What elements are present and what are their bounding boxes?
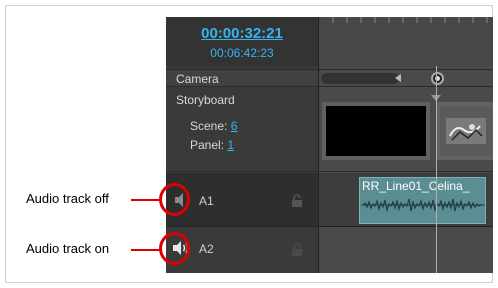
panel-thumbnail-image [326, 106, 426, 156]
playhead[interactable] [436, 66, 437, 273]
panel-thumbnail[interactable] [322, 102, 430, 160]
scene-link[interactable]: 6 [231, 119, 238, 133]
callout-line-off [131, 199, 160, 201]
audio-clip-name: RR_Line01_Celina_ [362, 179, 470, 193]
track-header-storyboard[interactable]: Storyboard Scene: 6 Panel: 1 [166, 88, 318, 172]
callout-ring-off [159, 183, 190, 216]
camera-track-label: Camera [176, 72, 219, 86]
camera-track[interactable] [319, 69, 493, 87]
time-ruler[interactable] [319, 17, 493, 66]
lock-icon[interactable] [290, 243, 304, 257]
callout-line-on [131, 249, 160, 251]
track-header-camera[interactable]: Camera [166, 69, 318, 87]
panel-thumbnail[interactable] [436, 102, 493, 160]
scene-label: Scene: [190, 119, 228, 133]
storyboard-track-label: Storyboard [176, 93, 235, 107]
audio-clip[interactable]: RR_Line01_Celina_ [359, 177, 486, 224]
audio-track-a2[interactable] [319, 228, 493, 273]
camera-keyframe-bar[interactable] [321, 73, 399, 84]
current-timecode[interactable]: 00:00:32:21 [166, 25, 318, 42]
audio-track-a1[interactable]: RR_Line01_Celina_ [319, 173, 493, 227]
lock-icon[interactable] [290, 194, 304, 208]
storyboard-track[interactable] [319, 88, 493, 172]
waveform [361, 198, 485, 213]
panel-thumbnail-image [440, 106, 492, 156]
scene-row: Scene: 6 [190, 119, 237, 133]
panel-row: Panel: 1 [190, 138, 234, 152]
audio-track-a2-label: A2 [199, 242, 214, 256]
panel-link[interactable]: 1 [227, 138, 234, 152]
audio-track-a1-label: A1 [199, 194, 214, 208]
panel-label: Panel: [190, 138, 225, 152]
keyframe-arrow-icon [395, 74, 401, 82]
timecode-display: 00:00:32:21 00:06:42:23 [166, 17, 318, 66]
callout-ring-on [159, 232, 190, 265]
callout-audio-track-off: Audio track off [26, 191, 109, 206]
drawing-sketch-icon [446, 118, 486, 144]
timeline-area[interactable]: RR_Line01_Celina_ [318, 17, 493, 273]
track-header-panel: 00:00:32:21 00:06:42:23 Camera Storyboar… [166, 17, 318, 273]
total-timecode: 00:06:42:23 [210, 46, 274, 60]
camera-keyframe-node[interactable] [431, 72, 444, 85]
callout-audio-track-on: Audio track on [26, 241, 110, 256]
